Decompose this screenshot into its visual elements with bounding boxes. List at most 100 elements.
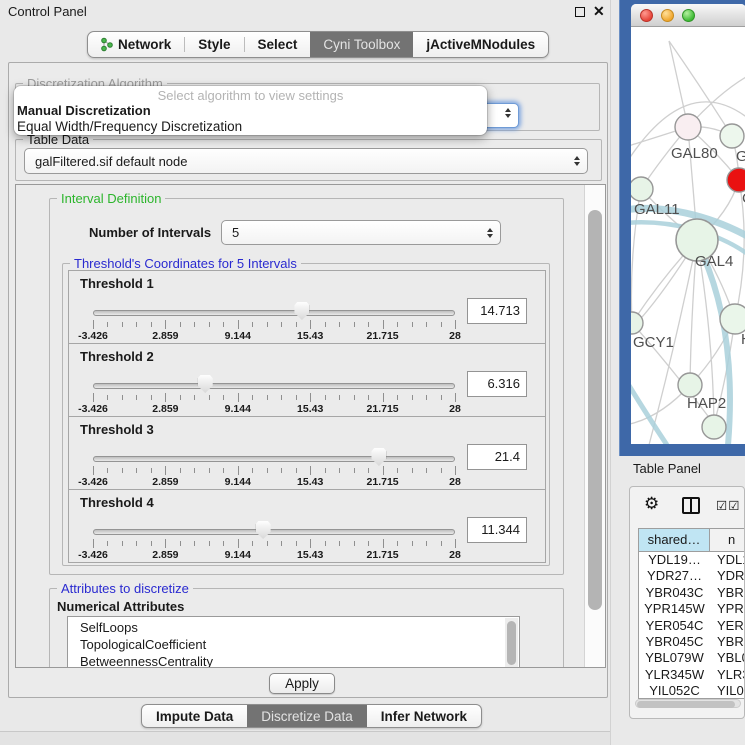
gear-icon[interactable]: ⚙: [644, 494, 659, 514]
fieldset-legend: Attributes to discretize: [57, 581, 193, 596]
panel-splitter[interactable]: [610, 0, 619, 745]
threshold-value-field[interactable]: 6.316: [467, 371, 527, 397]
tab-style[interactable]: Style: [185, 32, 243, 57]
threshold-slider-track[interactable]: [93, 529, 455, 535]
tab-jactivemnodules[interactable]: jActiveMNodules: [413, 32, 548, 57]
column-header-name[interactable]: n: [710, 529, 745, 551]
network-canvas[interactable]: GAL80 G. GAL11 GAL4 GCY1 H HAP2 C: [631, 27, 745, 444]
network-node[interactable]: [631, 177, 653, 201]
tick-mark: [252, 322, 253, 327]
tick-mark: [209, 468, 210, 473]
table-row[interactable]: YBR043CYBR0: [639, 585, 745, 601]
cell-shared-name: YDR27…: [639, 568, 710, 584]
list-scrollbar-thumb[interactable]: [507, 621, 516, 665]
slider-ticks: [93, 466, 455, 475]
table-row[interactable]: YER054CYER0: [639, 618, 745, 634]
network-node[interactable]: [678, 373, 702, 397]
column-header-shared-name[interactable]: shared…: [639, 529, 710, 551]
network-node[interactable]: [720, 124, 744, 148]
table-row[interactable]: YLR345WYLR3: [639, 667, 745, 683]
tick-mark: [223, 541, 224, 546]
slider-thumb[interactable]: [371, 448, 386, 466]
tick-label: 2.859: [152, 476, 178, 488]
threshold-slider-track[interactable]: [93, 310, 455, 316]
table-row[interactable]: YDR27…YDR2: [639, 568, 745, 584]
select-columns-checkboxes-icon[interactable]: ☑☑: [716, 498, 740, 513]
panel-scrollbar-thumb[interactable]: [588, 210, 602, 610]
numerical-attributes-listbox: SelfLoopsTopologicalCoefficientBetweenne…: [67, 616, 520, 668]
tab-impute-data[interactable]: Impute Data: [142, 705, 247, 727]
tab-select[interactable]: Select: [245, 32, 311, 57]
tick-mark: [93, 539, 94, 548]
tick-label: -3.426: [78, 476, 108, 488]
tick-mark: [310, 466, 311, 475]
network-node[interactable]: [631, 312, 643, 334]
float-window-icon[interactable]: [575, 7, 585, 17]
threshold-label: Threshold 4: [80, 495, 154, 510]
network-node[interactable]: [720, 304, 745, 334]
tab-discretize-data[interactable]: Discretize Data: [247, 705, 367, 727]
table-row[interactable]: YPR145WYPR1: [639, 601, 745, 617]
table-row[interactable]: YIL052CYIL0: [639, 683, 745, 698]
threshold-value-field[interactable]: 11.344: [467, 517, 527, 543]
tick-label: -3.426: [78, 330, 108, 342]
tick-mark: [151, 468, 152, 473]
tick-label: 9.144: [225, 330, 251, 342]
tick-mark: [180, 541, 181, 546]
slider-thumb[interactable]: [256, 521, 271, 539]
tick-mark: [238, 539, 239, 548]
tick-mark: [325, 395, 326, 400]
number-of-intervals-combobox[interactable]: 5: [221, 220, 501, 245]
threshold-slider-track[interactable]: [93, 383, 455, 389]
tick-mark: [194, 541, 195, 546]
threshold-value-field[interactable]: 21.4: [467, 444, 527, 470]
table-data-combobox[interactable]: galFiltered.sif default node: [24, 148, 588, 174]
tick-mark: [441, 468, 442, 473]
table-horizontal-scrollbar-thumb[interactable]: [637, 701, 735, 708]
table-row[interactable]: YBR045CYBR0: [639, 634, 745, 650]
panel-scrollbar[interactable]: [584, 185, 605, 667]
network-view-frame: GAL80 G. GAL11 GAL4 GCY1 H HAP2 C: [619, 0, 745, 456]
tick-mark: [325, 468, 326, 473]
table-horizontal-scrollbar[interactable]: [635, 699, 741, 708]
node-label: HAP2: [687, 395, 726, 412]
table-row[interactable]: YDL19…YDL1: [639, 552, 745, 568]
cell-shared-name: YBR043C: [639, 585, 710, 601]
tick-mark: [267, 541, 268, 546]
tick-label: -3.426: [78, 549, 108, 561]
threshold-slider-track[interactable]: [93, 456, 455, 462]
tick-mark: [252, 395, 253, 400]
slider-thumb[interactable]: [294, 302, 309, 320]
fieldset-legend: Interval Definition: [57, 191, 165, 206]
zoom-traffic-light-icon[interactable]: [682, 9, 695, 22]
columns-icon[interactable]: [682, 497, 700, 514]
tick-mark: [238, 466, 239, 475]
tick-mark: [455, 320, 456, 329]
application-window: Control Panel ✕ Network Style Select Cyn…: [0, 0, 745, 745]
tab-network[interactable]: Network: [88, 32, 184, 57]
apply-button[interactable]: Apply: [269, 673, 335, 694]
network-node[interactable]: [675, 114, 701, 140]
cell-name: YER0: [710, 618, 745, 634]
combo-stepper-icon: [484, 228, 500, 238]
close-icon[interactable]: ✕: [593, 3, 605, 20]
dropdown-option-manual[interactable]: Manual Discretization: [14, 103, 487, 119]
attribute-item[interactable]: TopologicalCoefficient: [68, 636, 519, 653]
tab-cyni-toolbox[interactable]: Cyni Toolbox: [310, 32, 413, 57]
list-scrollbar[interactable]: [505, 618, 518, 668]
network-window: GAL80 G. GAL11 GAL4 GCY1 H HAP2 C: [631, 4, 745, 444]
close-traffic-light-icon[interactable]: [640, 9, 653, 22]
minimize-traffic-light-icon[interactable]: [661, 9, 674, 22]
table-row[interactable]: YBL079WYBL0: [639, 650, 745, 666]
attribute-item[interactable]: BetweennessCentrality: [68, 653, 519, 668]
network-node[interactable]: [702, 415, 726, 439]
tab-infer-network[interactable]: Infer Network: [367, 705, 481, 727]
threshold-panel: Threshold 4 -3.4262.8599.14415.4321.7152…: [68, 489, 546, 563]
dropdown-option-equal-width[interactable]: Equal Width/Frequency Discretization: [14, 119, 487, 135]
attribute-item[interactable]: SelfLoops: [68, 619, 519, 636]
slider-thumb[interactable]: [198, 375, 213, 393]
node-label: G.: [736, 148, 745, 165]
dropdown-placeholder-item[interactable]: Select algorithm to view settings: [14, 88, 487, 103]
network-node-highlighted[interactable]: [727, 168, 745, 192]
threshold-value-field[interactable]: 14.713: [467, 298, 527, 324]
